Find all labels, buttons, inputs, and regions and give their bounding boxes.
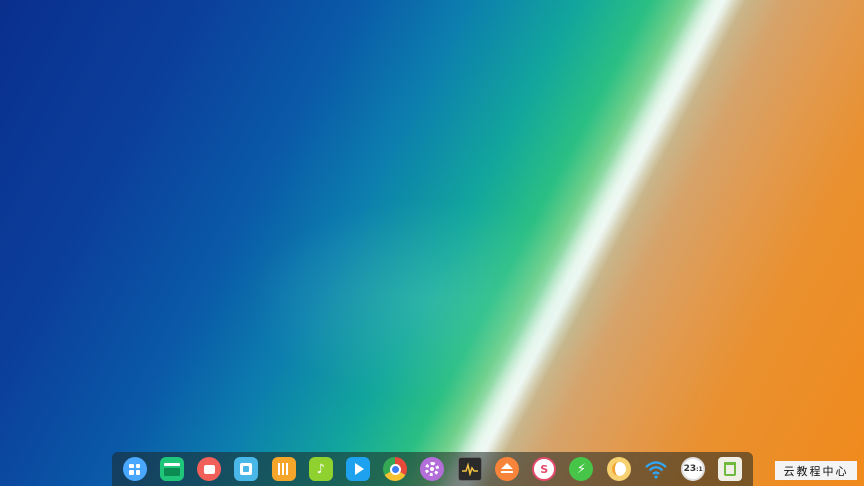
multitask-icon[interactable] [197,457,222,481]
screenshot-icon[interactable]: S [532,457,557,481]
store-bag-icon[interactable] [234,457,259,481]
trash-icon[interactable] [718,457,743,481]
folder-icon[interactable] [271,457,296,481]
window-icon[interactable] [159,457,184,481]
clock-hour: 23 [683,464,697,474]
watermark-badge: 云教程中心 [775,461,857,480]
clock-icon[interactable]: 23:1 [681,457,706,481]
monitor-icon[interactable] [457,457,482,481]
music-note-icon[interactable]: ♪ [308,457,333,481]
power-icon[interactable]: ⚡ [569,457,594,481]
wave-surf [0,0,864,486]
eject-icon[interactable] [494,457,519,481]
clock-suffix: :1 [696,465,703,473]
gear-icon[interactable] [420,457,445,481]
play-icon[interactable] [346,457,371,481]
cleaner-icon[interactable] [606,457,631,481]
watermark-text: 云教程中心 [783,464,849,478]
wifi-icon[interactable] [644,457,668,481]
launcher-grid-icon[interactable] [122,457,147,481]
dock: ♪ S ⚡ 23:1 [112,452,753,486]
chrome-icon[interactable] [383,457,408,481]
